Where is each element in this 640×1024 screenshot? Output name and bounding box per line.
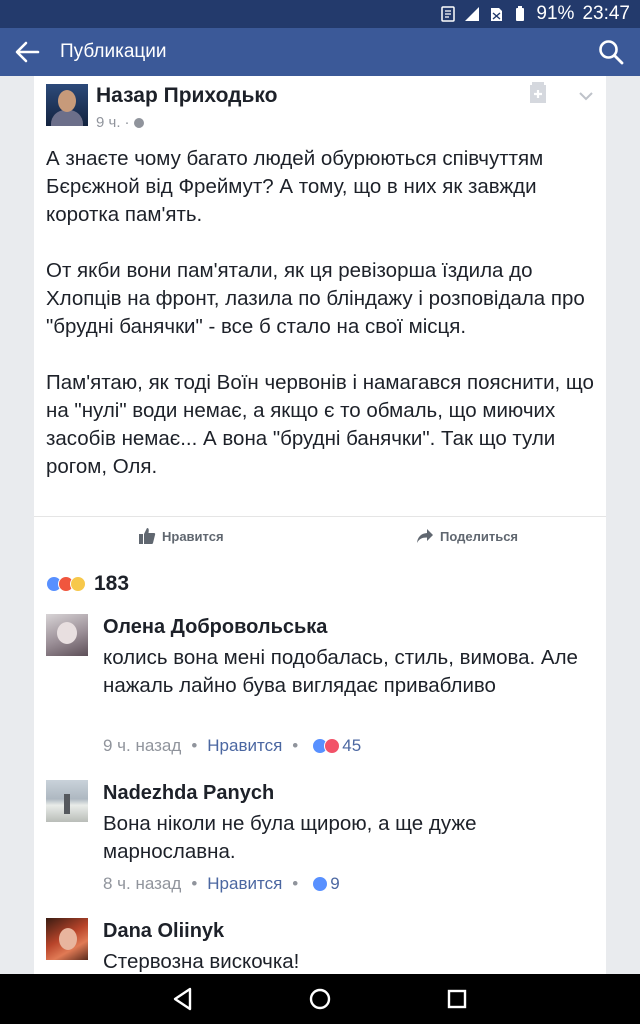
comment-text: колись вона мені подобалась, стиль, вимо… [103,646,578,697]
post-meta: 9 ч. · [96,114,144,131]
notification-icon [441,6,456,22]
status-bar: 91% 23:47 [0,0,640,28]
comment-meta: 9 ч. назад • Нравится • 45 [103,736,362,756]
no-sim-icon [491,8,503,21]
reactions-summary[interactable]: 183 [46,572,129,596]
back-nav-icon[interactable] [170,986,196,1012]
chevron-down-icon[interactable] [578,90,594,102]
sad-reaction-icon [70,576,86,592]
comment-reactions[interactable]: 9 [312,874,340,894]
commenter-avatar[interactable] [46,918,88,960]
public-globe-icon [133,117,144,128]
comment-text: Вона ніколи не була щирою, а ще дуже мар… [103,812,477,863]
page-title: Публикации [60,41,167,62]
comment-reaction-count: 45 [342,736,362,755]
battery-level: 91% [536,3,575,24]
comment-like-button[interactable]: Нравится [207,736,282,756]
commenter-name[interactable]: Nadezhda Panych [103,782,274,805]
post-time[interactable]: 9 ч. [96,114,121,131]
back-arrow-icon[interactable] [14,40,40,64]
comment-time: 8 ч. назад [103,874,182,893]
author-avatar[interactable] [46,84,88,126]
comment-text: Стервозна вискочка! [103,950,300,973]
comment: Dana Oliinyk Стервозна вискочка! [46,918,596,974]
signal-icon [465,7,480,21]
comment: Олена Добровольська колись вона мені под… [46,614,596,774]
like-label: Нравится [162,528,224,544]
commenter-name[interactable]: Олена Добровольська [103,616,327,639]
battery-icon [516,6,525,21]
post-paragraph: Пам'ятаю, як тоді Воїн червонів і намага… [46,371,594,478]
reactions-count: 183 [94,572,130,595]
post-author[interactable]: Назар Приходько [96,84,277,108]
save-post-icon[interactable] [528,82,548,104]
recents-nav-icon[interactable] [444,986,470,1012]
share-button[interactable]: Поделиться [416,527,518,545]
post-paragraph: От якби вони пам'ятали, як ця ревізорша … [46,259,585,338]
share-label: Поделиться [440,528,519,544]
clock: 23:47 [582,3,630,24]
home-nav-icon[interactable] [307,986,333,1012]
share-arrow-icon [417,529,433,543]
navigation-bar [0,974,640,1024]
post-paragraph: А знаєте чому багато людей обурюються сп… [46,147,544,226]
commenter-name[interactable]: Dana Oliinyk [103,920,224,943]
comments-card: 183 Олена Добровольська колись вона мені… [34,558,606,974]
comment: Nadezhda Panych Вона ніколи не була щиро… [46,780,596,910]
commenter-avatar[interactable] [46,614,88,656]
comment-reactions[interactable]: 45 [312,736,361,756]
like-button[interactable]: Нравится [138,527,224,545]
comment-meta: 8 ч. назад • Нравится • 9 [103,874,340,894]
thumbs-up-icon [139,528,156,544]
post-card: Назар Приходько 9 ч. · А знаєте чому баг… [34,76,606,558]
comment-time: 9 ч. назад [103,736,182,755]
comment-like-button[interactable]: Нравится [207,874,282,894]
commenter-avatar[interactable] [46,780,88,822]
post-body: А знаєте чому багато людей обурюються сп… [46,145,602,509]
comment-reaction-count: 9 [330,874,340,893]
love-reaction-icon [324,738,341,754]
app-bar: Публикации [0,28,640,76]
like-reaction-icon [312,876,329,892]
search-icon[interactable] [598,39,624,65]
post-actions: Нравится Поделиться [34,516,606,558]
